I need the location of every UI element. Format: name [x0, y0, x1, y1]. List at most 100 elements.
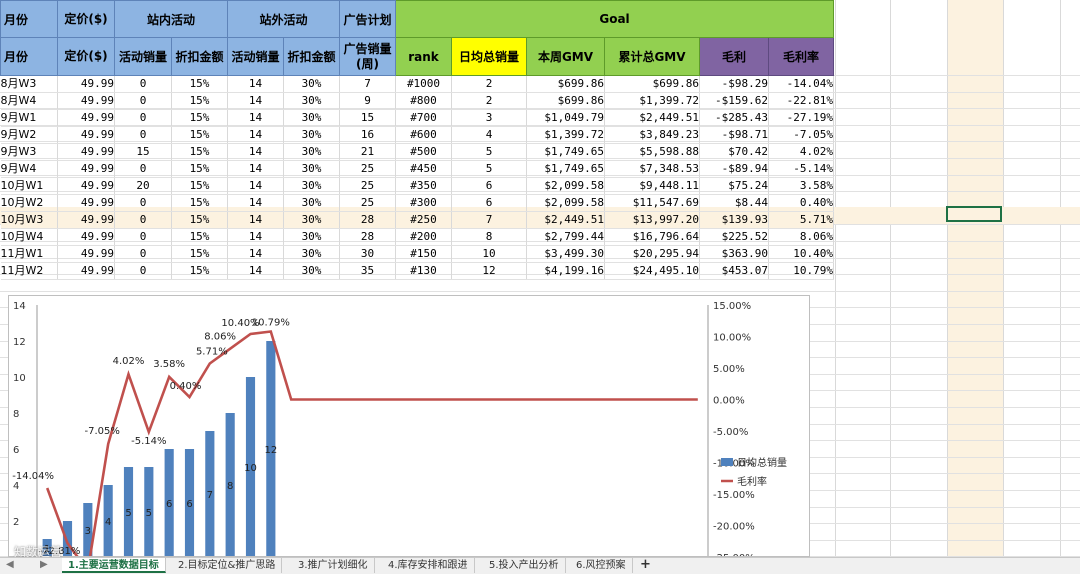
cell-offsite-discount[interactable]: 30% — [283, 126, 340, 144]
cell-ad-sales[interactable]: 30 — [339, 245, 396, 263]
cell-offsite-sales[interactable]: 14 — [227, 194, 284, 212]
cell-price[interactable]: 49.99 — [57, 143, 115, 161]
cell-onsite-discount[interactable]: 15% — [171, 75, 228, 93]
cell-total-gmv[interactable]: $24,495.10 — [604, 262, 700, 280]
cell-profit[interactable]: $139.93 — [699, 211, 769, 229]
header-price[interactable]: 定价($) — [57, 0, 115, 38]
cell-total-gmv[interactable]: $9,448.11 — [604, 177, 700, 195]
cell-rank[interactable]: #250 — [395, 211, 452, 229]
cell-total-gmv[interactable]: $3,849.23 — [604, 126, 700, 144]
cell-rank[interactable]: #200 — [395, 228, 452, 246]
header-profit[interactable]: 毛利 — [699, 37, 769, 76]
cell-rank[interactable]: #500 — [395, 143, 452, 161]
cell-offsite-discount[interactable]: 30% — [283, 262, 340, 280]
cell-offsite-sales[interactable]: 14 — [227, 126, 284, 144]
cell-margin[interactable]: 10.79% — [768, 262, 834, 280]
cell-offsite-sales[interactable]: 14 — [227, 211, 284, 229]
cell-offsite-discount[interactable]: 30% — [283, 228, 340, 246]
cell-price[interactable]: 49.99 — [57, 160, 115, 178]
cell-price[interactable]: 49.99 — [57, 92, 115, 110]
cell-month[interactable]: 10月W1 — [0, 177, 58, 195]
header-ad-sales[interactable]: 广告销量(周) — [339, 37, 396, 76]
header-ad-plan[interactable]: 广告计划 — [339, 0, 396, 38]
cell-onsite-discount[interactable]: 15% — [171, 177, 228, 195]
header-offsite-sales[interactable]: 活动销量 — [227, 37, 284, 76]
header-offsite-discount[interactable]: 折扣金额 — [283, 37, 340, 76]
cell-price[interactable]: 49.99 — [57, 194, 115, 212]
cell-rank[interactable]: #350 — [395, 177, 452, 195]
cell-profit[interactable]: $225.52 — [699, 228, 769, 246]
header-onsite-activity[interactable]: 站内活动 — [114, 0, 228, 38]
cell-week-gmv[interactable]: $2,799.44 — [526, 228, 605, 246]
cell-offsite-discount[interactable]: 30% — [283, 160, 340, 178]
cell-week-gmv[interactable]: $2,449.51 — [526, 211, 605, 229]
combo-chart[interactable]: 14 12 10 8 6 4 2 15.00% 10.00% 5.00% 0.00% -5.00% -1… — [8, 295, 810, 557]
cell-onsite-sales[interactable]: 0 — [114, 75, 172, 93]
cell-onsite-sales[interactable]: 0 — [114, 126, 172, 144]
cell-ad-sales[interactable]: 15 — [339, 109, 396, 127]
cell-daily-sales[interactable]: 8 — [451, 228, 527, 246]
cell-rank[interactable]: #700 — [395, 109, 452, 127]
cell-ad-sales[interactable]: 28 — [339, 228, 396, 246]
cell-profit[interactable]: -$159.62 — [699, 92, 769, 110]
header-total-gmv[interactable]: 累计总GMV — [604, 37, 700, 76]
cell-onsite-discount[interactable]: 15% — [171, 126, 228, 144]
cell-onsite-discount[interactable]: 15% — [171, 160, 228, 178]
header-month-2[interactable]: 月份 — [0, 37, 58, 76]
cell-onsite-discount[interactable]: 15% — [171, 194, 228, 212]
header-week-gmv[interactable]: 本周GMV — [526, 37, 605, 76]
header-onsite-sales[interactable]: 活动销量 — [114, 37, 172, 76]
cell-rank[interactable]: #600 — [395, 126, 452, 144]
cell-offsite-sales[interactable]: 14 — [227, 160, 284, 178]
cell-offsite-discount[interactable]: 30% — [283, 75, 340, 93]
cell-margin[interactable]: -5.14% — [768, 160, 834, 178]
cell-price[interactable]: 49.99 — [57, 177, 115, 195]
cell-ad-sales[interactable]: 21 — [339, 143, 396, 161]
cell-onsite-discount[interactable]: 15% — [171, 245, 228, 263]
cell-month[interactable]: 11月W1 — [0, 245, 58, 263]
cell-ad-sales[interactable]: 25 — [339, 160, 396, 178]
cell-offsite-sales[interactable]: 14 — [227, 177, 284, 195]
cell-month[interactable]: 9月W2 — [0, 126, 58, 144]
cell-price[interactable]: 49.99 — [57, 211, 115, 229]
cell-rank[interactable]: #1000 — [395, 75, 452, 93]
cell-margin[interactable]: -27.19% — [768, 109, 834, 127]
cell-onsite-discount[interactable]: 15% — [171, 92, 228, 110]
cell-ad-sales[interactable]: 9 — [339, 92, 396, 110]
cell-margin[interactable]: 8.06% — [768, 228, 834, 246]
cell-week-gmv[interactable]: $2,099.58 — [526, 177, 605, 195]
cell-onsite-discount[interactable]: 15% — [171, 262, 228, 280]
cell-rank[interactable]: #150 — [395, 245, 452, 263]
cell-week-gmv[interactable]: $3,499.30 — [526, 245, 605, 263]
cell-daily-sales[interactable]: 3 — [451, 109, 527, 127]
cell-total-gmv[interactable]: $16,796.64 — [604, 228, 700, 246]
cell-profit[interactable]: $75.24 — [699, 177, 769, 195]
sheet-tab[interactable]: 3.推广计划细化 — [292, 558, 375, 573]
cell-month[interactable]: 10月W3 — [0, 211, 58, 229]
active-cell-cursor[interactable] — [946, 206, 1002, 222]
cell-week-gmv[interactable]: $1,749.65 — [526, 160, 605, 178]
cell-offsite-discount[interactable]: 30% — [283, 194, 340, 212]
cell-week-gmv[interactable]: $1,749.65 — [526, 143, 605, 161]
sheet-tab[interactable]: 1.主要运营数据目标 — [62, 558, 166, 573]
cell-onsite-sales[interactable]: 20 — [114, 177, 172, 195]
cell-onsite-sales[interactable]: 0 — [114, 262, 172, 280]
cell-week-gmv[interactable]: $2,099.58 — [526, 194, 605, 212]
next-sheet-icon[interactable]: ▶ — [40, 559, 48, 570]
cell-profit[interactable]: $453.07 — [699, 262, 769, 280]
cell-rank[interactable]: #300 — [395, 194, 452, 212]
cell-rank[interactable]: #130 — [395, 262, 452, 280]
cell-month[interactable]: 8月W3 — [0, 75, 58, 93]
cell-daily-sales[interactable]: 5 — [451, 143, 527, 161]
cell-offsite-discount[interactable]: 30% — [283, 109, 340, 127]
cell-ad-sales[interactable]: 7 — [339, 75, 396, 93]
cell-onsite-sales[interactable]: 0 — [114, 228, 172, 246]
cell-month[interactable]: 10月W4 — [0, 228, 58, 246]
cell-daily-sales[interactable]: 6 — [451, 194, 527, 212]
cell-rank[interactable]: #450 — [395, 160, 452, 178]
cell-daily-sales[interactable]: 5 — [451, 160, 527, 178]
cell-month[interactable]: 9月W3 — [0, 143, 58, 161]
cell-week-gmv[interactable]: $1,049.79 — [526, 109, 605, 127]
cell-week-gmv[interactable]: $4,199.16 — [526, 262, 605, 280]
cell-onsite-sales[interactable]: 0 — [114, 194, 172, 212]
